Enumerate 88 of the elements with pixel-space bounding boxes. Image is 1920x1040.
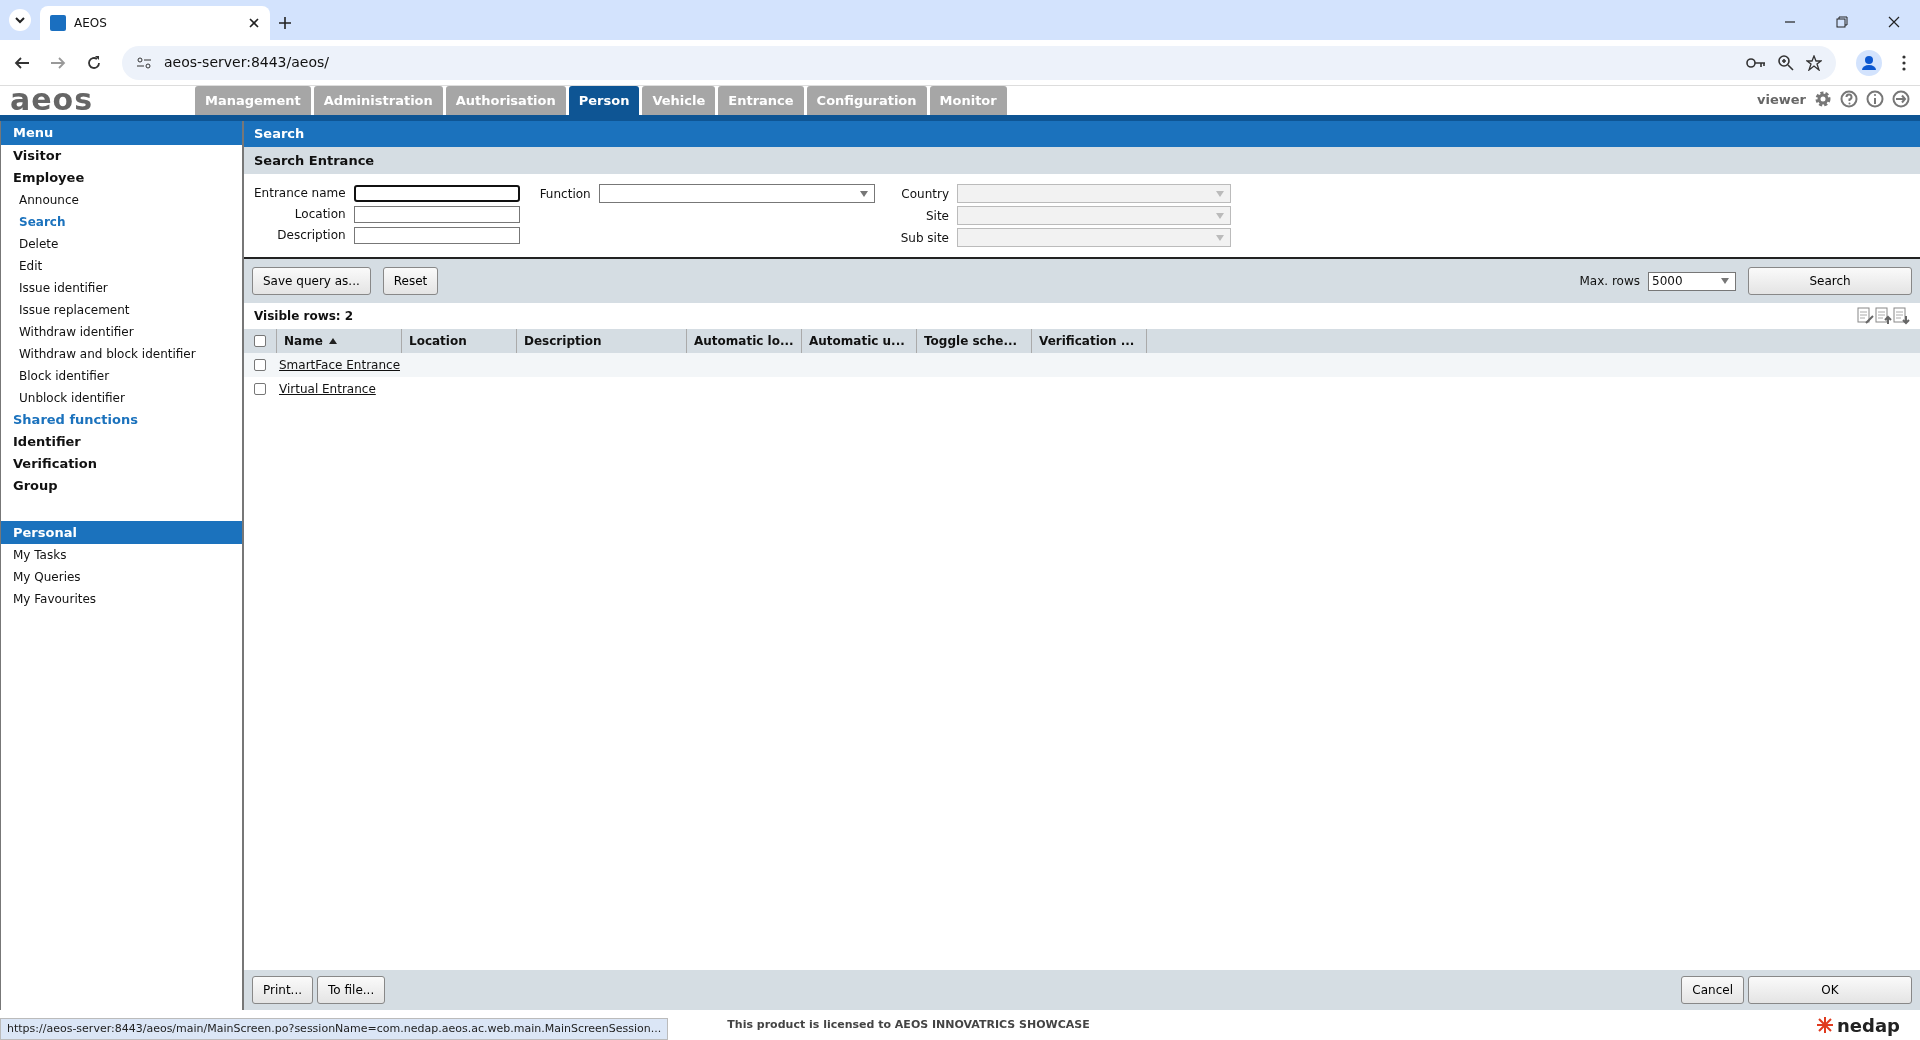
select-all-checkbox[interactable] bbox=[254, 335, 266, 347]
menu-subitem[interactable]: Issue replacement bbox=[1, 298, 242, 321]
site-settings-icon[interactable] bbox=[136, 54, 152, 71]
row-checkbox[interactable] bbox=[254, 359, 266, 371]
menu-subitem[interactable]: Issue identifier bbox=[1, 276, 242, 299]
field-label: Entrance name bbox=[254, 185, 346, 202]
caret-icon bbox=[1216, 190, 1224, 197]
entrance-link[interactable]: SmartFace Entrance bbox=[279, 356, 400, 374]
input-field[interactable] bbox=[353, 184, 520, 202]
footer-button[interactable]: OK bbox=[1748, 976, 1912, 1004]
nedap-logo: nedap bbox=[1837, 1013, 1900, 1038]
menu-item[interactable]: Group bbox=[1, 474, 242, 497]
username: viewer bbox=[1757, 90, 1806, 109]
tab-list-icon[interactable] bbox=[8, 8, 32, 32]
menu-item[interactable]: Verification bbox=[1, 452, 242, 475]
max-rows-label: Max. rows bbox=[1579, 273, 1640, 290]
footer-button[interactable]: Cancel bbox=[1681, 976, 1744, 1004]
menu-header: Menu bbox=[1, 121, 242, 145]
nav-tab[interactable]: Person bbox=[568, 85, 640, 115]
personal-item[interactable]: My Tasks bbox=[1, 544, 242, 566]
restore-icon[interactable] bbox=[1836, 16, 1848, 28]
caret-icon bbox=[1721, 278, 1729, 284]
entrance-link[interactable]: Virtual Entrance bbox=[279, 380, 376, 398]
tab-title: AEOS bbox=[74, 15, 108, 32]
settings-icon[interactable] bbox=[1814, 90, 1832, 109]
back-icon[interactable] bbox=[14, 54, 30, 71]
help-icon[interactable] bbox=[1840, 90, 1858, 109]
input-field[interactable] bbox=[353, 205, 520, 223]
input-field[interactable] bbox=[353, 226, 520, 244]
caret-icon bbox=[1216, 212, 1224, 219]
footer-button[interactable]: To file... bbox=[317, 976, 386, 1004]
star-icon[interactable] bbox=[1806, 54, 1822, 71]
caret-icon bbox=[1216, 234, 1224, 241]
section-title: Search Entrance bbox=[244, 146, 1920, 174]
personal-item[interactable]: My Queries bbox=[1, 566, 242, 588]
menu-subitem[interactable]: Unblock identifier bbox=[1, 386, 242, 409]
status-url: https://aeos-server:8443/aeos/main/MainScreen.po?sessionName=com.nedap.aeos.ac.web.main.MainScreenSession... bbox=[0, 1017, 669, 1040]
close-icon[interactable] bbox=[1888, 16, 1900, 28]
browser-tab[interactable]: AEOS bbox=[40, 6, 270, 40]
info-icon[interactable] bbox=[1866, 90, 1884, 109]
dropdown-field[interactable] bbox=[598, 184, 875, 203]
max-rows-dropdown[interactable]: 5000 bbox=[1648, 271, 1736, 291]
favicon-icon bbox=[50, 15, 66, 31]
reload-icon[interactable] bbox=[86, 54, 102, 71]
close-icon[interactable] bbox=[248, 17, 260, 29]
toolbar-button[interactable]: Reset bbox=[382, 267, 439, 295]
zoom-icon[interactable] bbox=[1778, 54, 1794, 71]
field-label: Description bbox=[276, 227, 346, 244]
sort-ascending-icon bbox=[328, 338, 337, 344]
license-text: This product is licensed to AEOS INNOVATRICS SHOWCASE bbox=[727, 1016, 1090, 1033]
personal-header: Personal bbox=[1, 520, 242, 544]
field-label: Country bbox=[900, 185, 949, 203]
caret-icon bbox=[859, 190, 868, 197]
url-text: aeos-server:8443/aeos/ bbox=[164, 53, 330, 72]
menu-subitem[interactable]: Block identifier bbox=[1, 364, 242, 387]
field-label: Function bbox=[539, 185, 591, 203]
field-label: Location bbox=[293, 206, 346, 223]
new-tab-icon[interactable] bbox=[278, 16, 292, 30]
menu-subitem[interactable]: Withdraw and block identifier bbox=[1, 342, 242, 365]
menu-subitem[interactable]: Search bbox=[1, 210, 242, 233]
menu-subitem[interactable]: Edit bbox=[1, 254, 242, 277]
logo: aeos bbox=[10, 82, 94, 117]
page-title: Search bbox=[244, 121, 1920, 147]
forward-icon[interactable] bbox=[50, 54, 66, 71]
row-checkbox[interactable] bbox=[254, 383, 266, 395]
menu-item[interactable]: Shared functions bbox=[1, 408, 242, 431]
address-bar[interactable]: aeos-server:8443/aeos/ bbox=[122, 45, 1836, 80]
menu-item[interactable]: Employee bbox=[1, 166, 242, 189]
star-logo-icon bbox=[1817, 1017, 1834, 1033]
menu-item[interactable]: Visitor bbox=[1, 144, 242, 167]
personal-item[interactable]: My Favourites bbox=[1, 588, 242, 610]
visible-rows-label: Visible rows: 2 bbox=[254, 308, 355, 325]
menu-subitem[interactable]: Delete bbox=[1, 232, 242, 255]
menu-icon[interactable] bbox=[1902, 54, 1906, 71]
field-label: Sub site bbox=[900, 229, 949, 247]
menu-item[interactable]: Identifier bbox=[1, 430, 242, 453]
logout-icon[interactable] bbox=[1892, 90, 1910, 109]
menu-subitem[interactable]: Withdraw identifier bbox=[1, 320, 242, 343]
menu-subitem[interactable]: Announce bbox=[1, 188, 242, 211]
search-button[interactable]: Search bbox=[1748, 267, 1912, 295]
profile-icon[interactable] bbox=[1856, 49, 1882, 76]
export-icon[interactable] bbox=[1874, 307, 1892, 325]
field-label: Site bbox=[924, 207, 949, 225]
footer-button[interactable]: Print... bbox=[252, 976, 314, 1004]
edit-columns-icon[interactable] bbox=[1856, 307, 1874, 325]
toolbar-button[interactable]: Save query as... bbox=[252, 267, 371, 295]
import-icon[interactable] bbox=[1892, 307, 1910, 325]
key-icon[interactable] bbox=[1746, 55, 1766, 70]
